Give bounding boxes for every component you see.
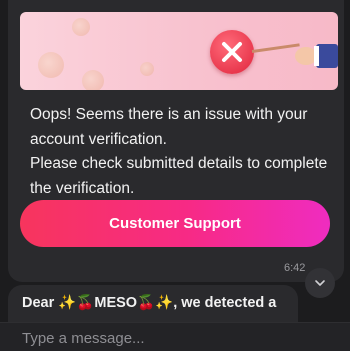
chat-area: Oops! Seems there is an issue with your … xyxy=(0,0,350,322)
hand-icon xyxy=(290,36,338,76)
next-message-bubble: Dear ✨🍒MESO🍒✨, we detected a xyxy=(8,285,298,322)
message-input[interactable] xyxy=(22,327,322,349)
message-composer xyxy=(0,322,350,351)
chevron-down-icon xyxy=(315,280,325,286)
decor-dot xyxy=(140,62,154,76)
decor-dot xyxy=(38,52,64,78)
error-banner-image xyxy=(20,12,338,90)
decor-dot xyxy=(72,18,90,36)
decor-dot xyxy=(82,70,104,90)
message-line: Please check submitted details to comple… xyxy=(30,155,328,197)
message-text: Oops! Seems there is an issue with your … xyxy=(30,103,340,201)
customer-support-button[interactable]: Customer Support xyxy=(20,200,330,247)
x-circle-icon xyxy=(210,30,254,74)
message-timestamp: 6:42 xyxy=(284,262,306,274)
next-message-text: Dear ✨🍒MESO🍒✨, we detected a xyxy=(22,295,277,311)
scroll-down-button[interactable] xyxy=(305,268,335,298)
message-line: Oops! Seems there is an issue with your … xyxy=(30,106,308,148)
